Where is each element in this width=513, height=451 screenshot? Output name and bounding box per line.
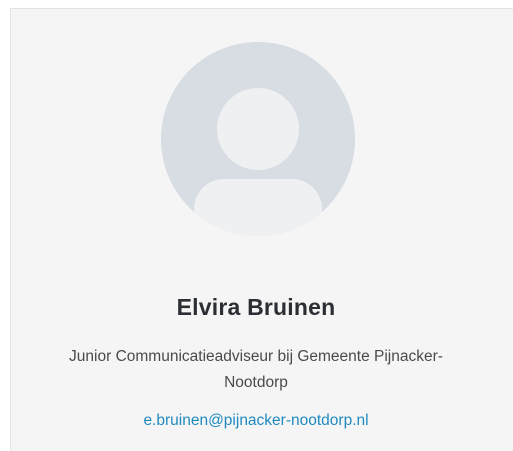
email-link[interactable]: e.bruinen@pijnacker-nootdorp.nl [11,412,501,430]
profile-role: Junior Communicatieadviseur bij Gemeente… [69,348,443,391]
avatar [161,42,355,236]
profile-card: Elvira Bruinen Junior Communicatieadvise… [10,8,513,451]
profile-name: Elvira Bruinen [176,294,336,320]
default-user-avatar-icon [161,42,355,236]
